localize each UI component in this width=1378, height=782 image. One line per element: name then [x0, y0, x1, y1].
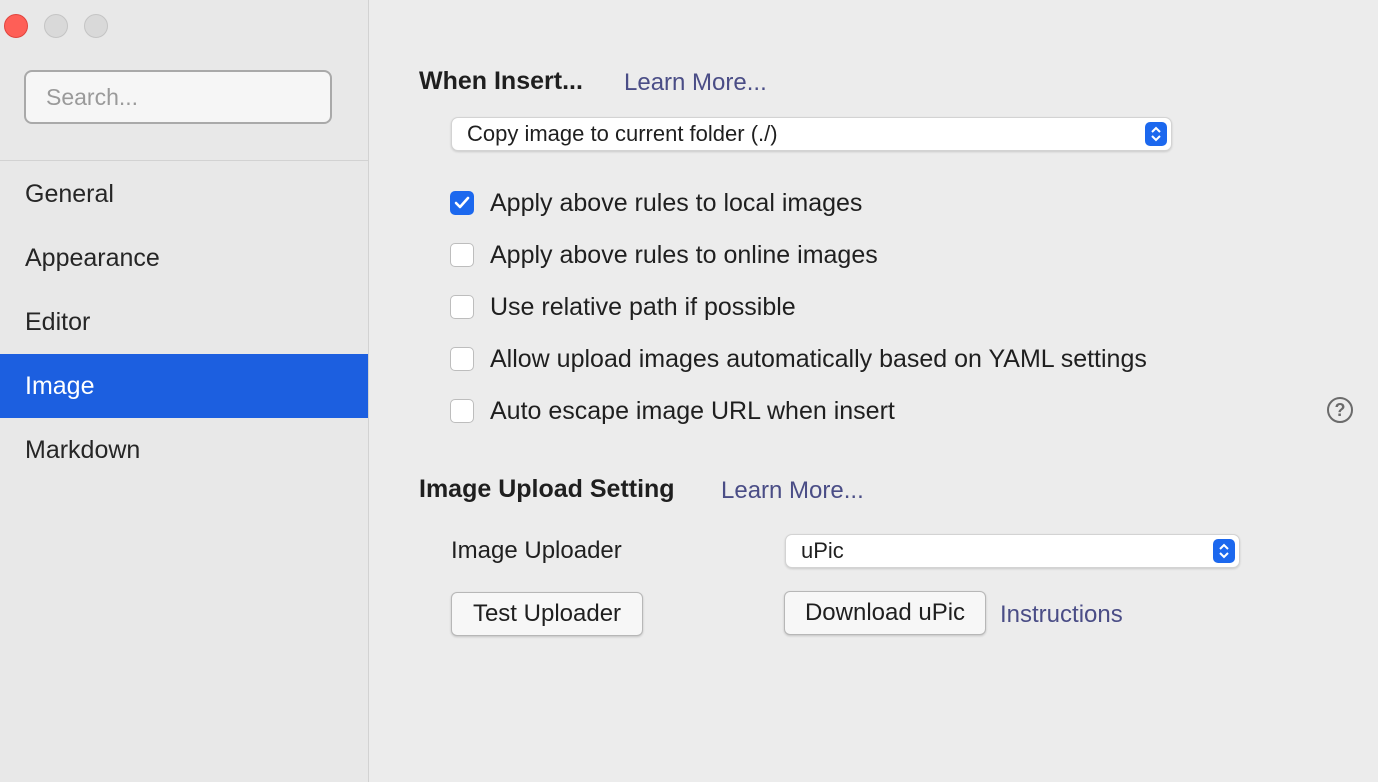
yaml-upload-checkbox[interactable]	[450, 347, 474, 371]
sidebar-item-label: Editor	[25, 308, 91, 336]
option-auto-escape[interactable]: Auto escape image URL when insert	[450, 396, 895, 426]
option-yaml-upload[interactable]: Allow upload images automatically based …	[450, 344, 1147, 374]
insert-action-select[interactable]: Copy image to current folder (./)	[451, 117, 1172, 151]
upload-setting-learn-more-link[interactable]: Learn More...	[721, 477, 864, 505]
image-uploader-value: uPic	[801, 538, 844, 563]
chevron-up-down-icon	[1145, 122, 1167, 146]
sidebar-item-markdown[interactable]: Markdown	[0, 418, 368, 482]
sidebar-item-editor[interactable]: Editor	[0, 290, 368, 354]
option-relative-path[interactable]: Use relative path if possible	[450, 292, 796, 322]
sidebar-item-label: General	[25, 180, 114, 208]
when-insert-title: When Insert...	[419, 67, 583, 95]
help-icon[interactable]: ?	[1327, 397, 1353, 423]
image-uploader-select[interactable]: uPic	[785, 534, 1240, 568]
close-window-button[interactable]	[4, 14, 28, 38]
download-upic-button[interactable]: Download uPic	[784, 591, 986, 635]
sidebar-divider	[0, 160, 368, 161]
maximize-window-button[interactable]	[84, 14, 108, 38]
option-label: Allow upload images automatically based …	[490, 344, 1147, 373]
sidebar-item-label: Markdown	[25, 436, 141, 464]
sidebar-item-image[interactable]: Image	[0, 354, 368, 418]
option-label: Auto escape image URL when insert	[490, 396, 895, 425]
search-input[interactable]	[24, 70, 332, 124]
sidebar: General Appearance Editor Image Markdown	[0, 0, 369, 782]
sidebar-item-general[interactable]: General	[0, 162, 368, 226]
when-insert-learn-more-link[interactable]: Learn More...	[624, 69, 767, 97]
option-label: Use relative path if possible	[490, 292, 796, 321]
upload-setting-title: Image Upload Setting	[419, 475, 675, 503]
chevron-up-down-icon	[1213, 539, 1235, 563]
instructions-link[interactable]: Instructions	[1000, 601, 1123, 629]
minimize-window-button[interactable]	[44, 14, 68, 38]
online-images-checkbox[interactable]	[450, 243, 474, 267]
sidebar-item-appearance[interactable]: Appearance	[0, 226, 368, 290]
checkmark-icon	[454, 196, 470, 209]
auto-escape-checkbox[interactable]	[450, 399, 474, 423]
image-uploader-label: Image Uploader	[451, 537, 622, 564]
sidebar-item-label: Image	[25, 372, 95, 400]
test-uploader-button[interactable]: Test Uploader	[451, 592, 643, 636]
sidebar-item-label: Appearance	[25, 244, 160, 272]
local-images-checkbox[interactable]	[450, 191, 474, 215]
insert-action-value: Copy image to current folder (./)	[467, 121, 778, 146]
option-label: Apply above rules to online images	[490, 240, 878, 269]
relative-path-checkbox[interactable]	[450, 295, 474, 319]
option-online-images[interactable]: Apply above rules to online images	[450, 240, 878, 270]
option-local-images[interactable]: Apply above rules to local images	[450, 188, 862, 218]
option-label: Apply above rules to local images	[490, 188, 863, 217]
